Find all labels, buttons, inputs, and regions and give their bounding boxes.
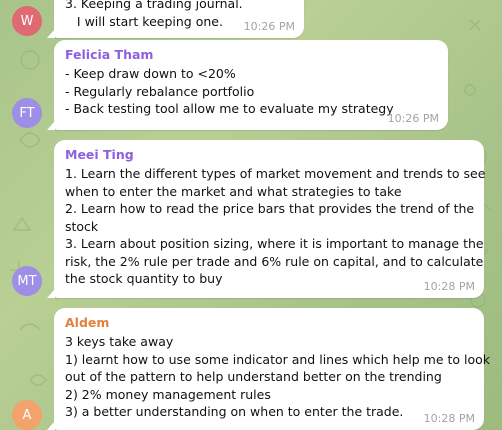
message-bubble[interactable]: Felicia Tham - Keep draw down to <20% - … bbox=[47, 40, 448, 130]
message-time: 10:26 PM bbox=[387, 112, 439, 125]
message-line: 3 keys take away bbox=[65, 334, 174, 349]
message-line: - Regularly rebalance portfolio bbox=[65, 83, 255, 99]
message-line: out of the pattern to help understand be… bbox=[65, 369, 442, 384]
avatar[interactable]: W bbox=[12, 6, 42, 36]
bubble-tail bbox=[47, 289, 55, 298]
message-line: 3) a better understanding on when to ent… bbox=[65, 404, 404, 419]
message-bubble[interactable]: 3. Keeping a trading journal. I will sta… bbox=[47, 0, 304, 38]
message-line: 3. Keeping a trading journal. bbox=[65, 0, 243, 11]
avatar[interactable]: MT bbox=[12, 266, 42, 296]
message-line: the stock quantity to buy bbox=[65, 271, 223, 286]
message-line: 2) 2% money management rules bbox=[65, 386, 271, 402]
avatar[interactable]: FT bbox=[12, 98, 42, 128]
sender-name[interactable]: Felicia Tham bbox=[65, 47, 438, 62]
message-w: W 3. Keeping a trading journal. I will s… bbox=[12, 0, 484, 38]
message-time: 10:26 PM bbox=[243, 20, 295, 33]
message-meei-ting: MT Meei Ting 1. Learn the different type… bbox=[12, 140, 486, 298]
bubble-tail bbox=[47, 121, 55, 130]
bubble-tail bbox=[47, 29, 55, 38]
message-line: 1. Learn the different types of market m… bbox=[65, 166, 486, 181]
message-line: 1) learnt how to use some indicator and … bbox=[65, 351, 491, 367]
sender-name[interactable]: Meei Ting bbox=[65, 147, 474, 162]
message-line: 2. Learn how to read the price bars that… bbox=[65, 201, 475, 216]
message-line: risk, the 2% rule per trade and 6% rule … bbox=[65, 253, 484, 269]
message-line: stock bbox=[65, 218, 99, 234]
message-line: - Keep draw down to <20% bbox=[65, 66, 236, 81]
message-time: 10:28 PM bbox=[423, 280, 475, 293]
sender-name[interactable]: Aldem bbox=[65, 315, 474, 330]
message-line: 3. Learn about position sizing, where it… bbox=[65, 236, 484, 251]
message-aldem: A Aldem 3 keys take away 1) learnt how t… bbox=[12, 308, 491, 430]
message-line: when to enter the market and what strate… bbox=[65, 183, 402, 199]
message-felicia-tham: FT Felicia Tham - Keep draw down to <20%… bbox=[12, 40, 484, 130]
message-line: - Back testing tool allow me to evaluate… bbox=[65, 101, 394, 116]
bubble-tail bbox=[47, 421, 55, 430]
message-bubble[interactable]: Aldem 3 keys take away 1) learnt how to … bbox=[47, 308, 491, 430]
message-time: 10:28 PM bbox=[423, 412, 475, 425]
avatar[interactable]: A bbox=[12, 400, 42, 430]
message-bubble[interactable]: Meei Ting 1. Learn the different types o… bbox=[47, 140, 486, 298]
